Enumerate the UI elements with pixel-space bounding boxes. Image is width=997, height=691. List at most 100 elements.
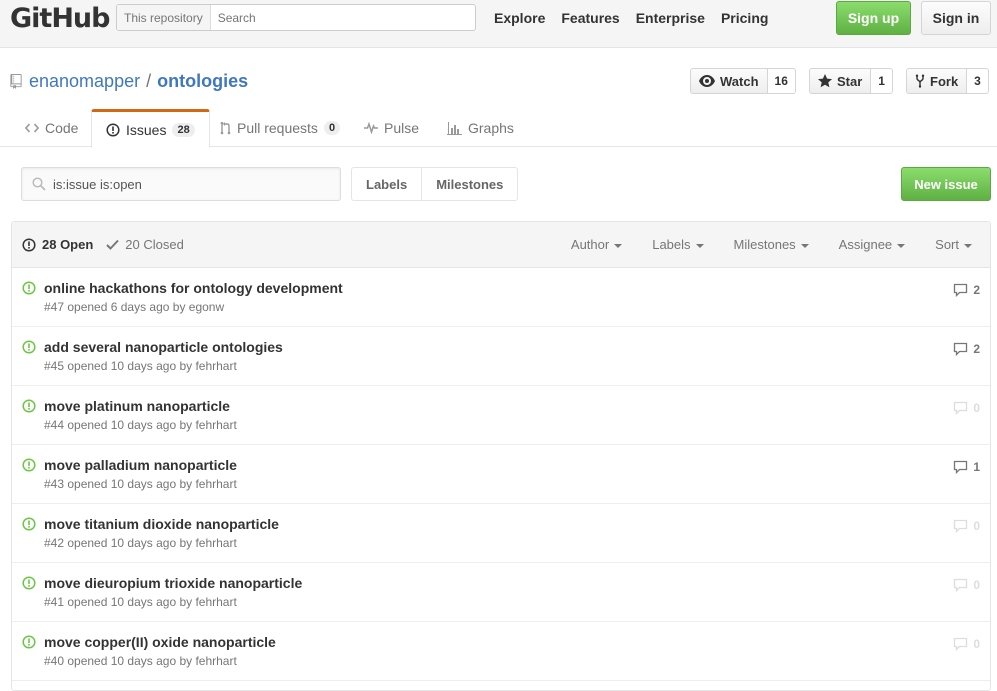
tab-code[interactable]: Code: [25, 109, 78, 147]
issue-opened-icon: [22, 340, 36, 354]
issue-title-link[interactable]: move platinum nanoparticle: [44, 398, 230, 414]
issue-meta: #41 opened 10 days ago by fehrhart: [44, 595, 237, 609]
issue-comments-link[interactable]: 0: [953, 578, 980, 592]
issue-meta: #43 opened 10 days ago by fehrhart: [44, 477, 237, 491]
closed-issues-link[interactable]: 20 Closed: [106, 237, 184, 252]
issue-meta: #40 opened 10 days ago by fehrhart: [44, 654, 237, 668]
sort-filter[interactable]: Sort: [935, 237, 972, 252]
tab-pulls-label: Pull requests: [237, 120, 318, 136]
nav-features[interactable]: Features: [561, 10, 619, 26]
issue-opened-icon: [22, 237, 36, 252]
repo-name-link[interactable]: ontologies: [157, 71, 248, 92]
tab-issues-label: Issues: [126, 121, 167, 138]
graph-icon: [447, 121, 462, 135]
assignee-filter[interactable]: Assignee: [838, 237, 906, 252]
nav-enterprise[interactable]: Enterprise: [636, 10, 705, 26]
issue-comments-link[interactable]: 0: [953, 637, 980, 651]
repo-separator: /: [146, 71, 152, 91]
repo-owner-link[interactable]: enanomapper: [29, 71, 140, 92]
caret-down-icon: [695, 243, 704, 248]
open-count: 28 Open: [42, 237, 94, 252]
fork-button[interactable]: Fork: [906, 68, 968, 94]
issue-comments-link[interactable]: 0: [953, 401, 980, 415]
pulls-counter: 0: [323, 121, 341, 135]
repo-title: enanomapper / ontologies: [10, 71, 248, 92]
issue-opened-icon: [106, 122, 120, 137]
issue-title-link[interactable]: move dieuropium trioxide nanoparticle: [44, 575, 302, 591]
search-icon: [32, 177, 46, 191]
subnav-links: Labels Milestones: [351, 167, 519, 201]
repo-icon: [10, 74, 22, 89]
site-nav: Explore Features Enterprise Pricing: [494, 10, 784, 26]
star-icon: [818, 74, 832, 88]
caret-down-icon: [897, 243, 906, 248]
sort-filter-label: Sort: [935, 237, 959, 252]
issue-title-link[interactable]: move palladium nanoparticle: [44, 457, 237, 473]
issue-title-link[interactable]: move copper(II) oxide nanoparticle: [44, 634, 276, 650]
tab-pull-requests[interactable]: Pull requests 0: [220, 109, 341, 147]
issue-title-link[interactable]: add several nanoparticle ontologies: [44, 339, 283, 355]
star-button[interactable]: Star: [809, 68, 872, 94]
closed-count: 20 Closed: [125, 237, 184, 252]
labels-link[interactable]: Labels: [352, 168, 421, 200]
tab-issues[interactable]: Issues 28: [91, 109, 210, 148]
issue-row: move titanium dioxide nanoparticle #42 o…: [12, 504, 990, 563]
comment-icon: [954, 578, 968, 592]
assignee-filter-label: Assignee: [838, 237, 893, 252]
labels-filter[interactable]: Labels: [652, 237, 704, 252]
issue-comments-link[interactable]: 2: [953, 283, 980, 297]
star-count[interactable]: 1: [871, 68, 893, 94]
filter-value: is:issue is:open: [53, 176, 142, 192]
issue-states: 28 Open 20 Closed: [22, 237, 184, 252]
nav-explore[interactable]: Explore: [494, 10, 545, 26]
issue-filter-input[interactable]: is:issue is:open: [21, 167, 341, 201]
author-filter[interactable]: Author: [570, 237, 623, 252]
comment-count: 0: [973, 637, 980, 651]
author-filter-label: Author: [570, 237, 610, 252]
issue-row: move dieuropium trioxide nanoparticle #4…: [12, 563, 990, 622]
issue-title-link[interactable]: online hackathons for ontology developme…: [44, 280, 343, 296]
tab-pulse[interactable]: Pulse: [364, 109, 419, 147]
issue-opened-icon: [22, 399, 36, 413]
fork-icon: [915, 74, 925, 88]
search-input[interactable]: [210, 10, 451, 25]
issues-list-header: 28 Open 20 Closed Author Labels Mileston…: [12, 222, 990, 268]
new-issue-button[interactable]: New issue: [901, 167, 991, 201]
issue-comments-link[interactable]: 1: [953, 460, 980, 474]
milestones-link[interactable]: Milestones: [421, 168, 517, 200]
watch-count[interactable]: 16: [767, 68, 796, 94]
github-logo[interactable]: GitHub: [10, 3, 110, 34]
repo-tabs: Code Issues 28 Pull requests 0 Pulse Gra…: [0, 109, 997, 148]
star-group: Star 1: [809, 68, 893, 94]
comment-icon: [954, 401, 968, 415]
fork-group: Fork 3: [906, 68, 989, 94]
issue-rows: online hackathons for ontology developme…: [12, 268, 990, 681]
milestones-filter[interactable]: Milestones: [734, 237, 809, 252]
pulse-icon: [364, 122, 378, 134]
nav-pricing[interactable]: Pricing: [721, 10, 768, 26]
comment-count: 0: [973, 578, 980, 592]
comment-count: 2: [973, 283, 980, 297]
comment-icon: [954, 519, 968, 533]
issue-row: move palladium nanoparticle #43 opened 1…: [12, 445, 990, 504]
issue-comments-link[interactable]: 0: [953, 519, 980, 533]
issue-row: add several nanoparticle ontologies #45 …: [12, 327, 990, 386]
comment-icon: [954, 342, 968, 356]
signup-button[interactable]: Sign up: [836, 1, 911, 35]
search-box[interactable]: This repository: [116, 4, 476, 31]
issue-row: move copper(II) oxide nanoparticle #40 o…: [12, 622, 990, 681]
tab-graphs[interactable]: Graphs: [447, 109, 514, 147]
issue-opened-icon: [22, 281, 36, 295]
issue-comments-link[interactable]: 2: [953, 342, 980, 356]
open-issues-link[interactable]: 28 Open: [22, 237, 93, 252]
issue-title-link[interactable]: move titanium dioxide nanoparticle: [44, 516, 279, 532]
check-icon: [106, 239, 120, 250]
caret-down-icon: [614, 243, 623, 248]
signin-button[interactable]: Sign in: [921, 1, 991, 35]
watch-button[interactable]: Watch: [690, 68, 768, 94]
fork-count[interactable]: 3: [967, 68, 989, 94]
comment-icon: [954, 460, 968, 474]
eye-icon: [699, 75, 715, 87]
issue-meta: #44 opened 10 days ago by fehrhart: [44, 418, 237, 432]
site-header: GitHub This repository Explore Features …: [0, 0, 997, 48]
